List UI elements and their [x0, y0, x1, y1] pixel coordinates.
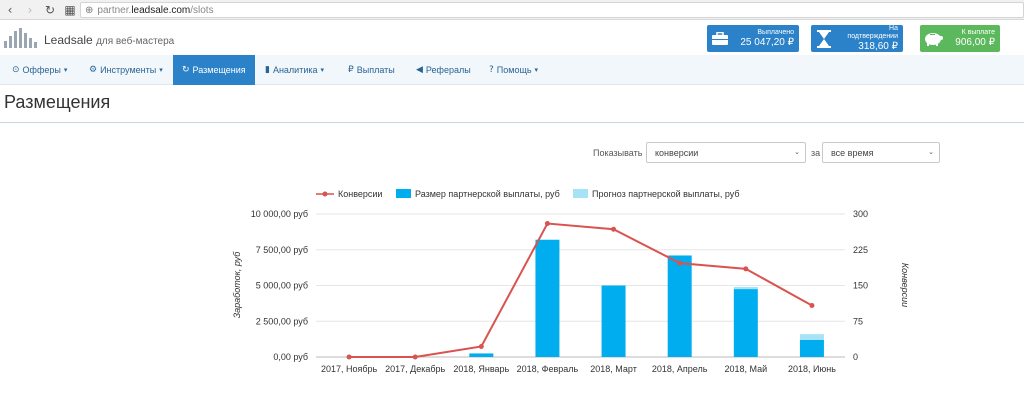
y-tick-label: 0,00 руб: [273, 352, 308, 362]
legend-forecast[interactable]: Прогноз партнерской выплаты, руб: [592, 189, 740, 199]
legend-payout[interactable]: Размер партнерской выплаты, руб: [415, 189, 560, 199]
forecast-bar: [799, 334, 824, 340]
x-tick-label: 2018, Апрель: [652, 364, 708, 374]
y-axis-label: Заработок, руб: [232, 251, 242, 319]
payout-bar: [799, 339, 824, 357]
conversions-point: [611, 226, 617, 232]
payout-bar: [667, 255, 692, 357]
conversions-point: [478, 344, 484, 350]
conversions-point: [677, 260, 683, 266]
x-tick-label: 2018, Март: [590, 364, 637, 374]
conversions-point: [743, 266, 749, 272]
y2-tick-label: 225: [853, 245, 868, 255]
y-tick-label: 5 000,00 руб: [256, 281, 308, 291]
legend-payout-swatch: [396, 189, 411, 198]
y2-tick-label: 150: [853, 281, 868, 291]
earnings-chart: 0,00 руб 2 500,00 руб 5 000,00 руб 7 500,00…: [232, 189, 910, 374]
conversions-point: [346, 354, 352, 360]
y2-tick-label: 75: [853, 316, 863, 326]
conversions-point: [809, 303, 815, 309]
y-tick-label: 10 000,00 руб: [251, 209, 308, 219]
legend-conversions[interactable]: Конверсии: [338, 189, 382, 199]
x-tick-label: 2018, Май: [724, 364, 767, 374]
payout-bar: [601, 285, 626, 357]
payout-bar: [469, 353, 494, 357]
x-tick-label: 2017, Ноябрь: [321, 364, 378, 374]
y2-tick-label: 300: [853, 209, 868, 219]
y-tick-label: 7 500,00 руб: [256, 245, 308, 255]
conversions-point: [412, 354, 418, 360]
x-tick-label: 2018, Июнь: [788, 364, 836, 374]
x-tick-label: 2018, Январь: [453, 364, 509, 374]
y2-tick-label: 0: [853, 352, 858, 362]
payout-bar: [733, 289, 758, 357]
legend-line-marker: [322, 191, 328, 197]
x-tick-label: 2017, Декабрь: [385, 364, 445, 374]
legend-forecast-swatch: [573, 189, 588, 198]
conversions-point: [544, 221, 550, 227]
payout-bar: [535, 239, 560, 357]
x-tick-label: 2018, Февраль: [517, 364, 579, 374]
y-tick-label: 2 500,00 руб: [256, 316, 308, 326]
y2-axis-label: Конверсии: [900, 263, 910, 307]
forecast-bar: [733, 286, 758, 290]
